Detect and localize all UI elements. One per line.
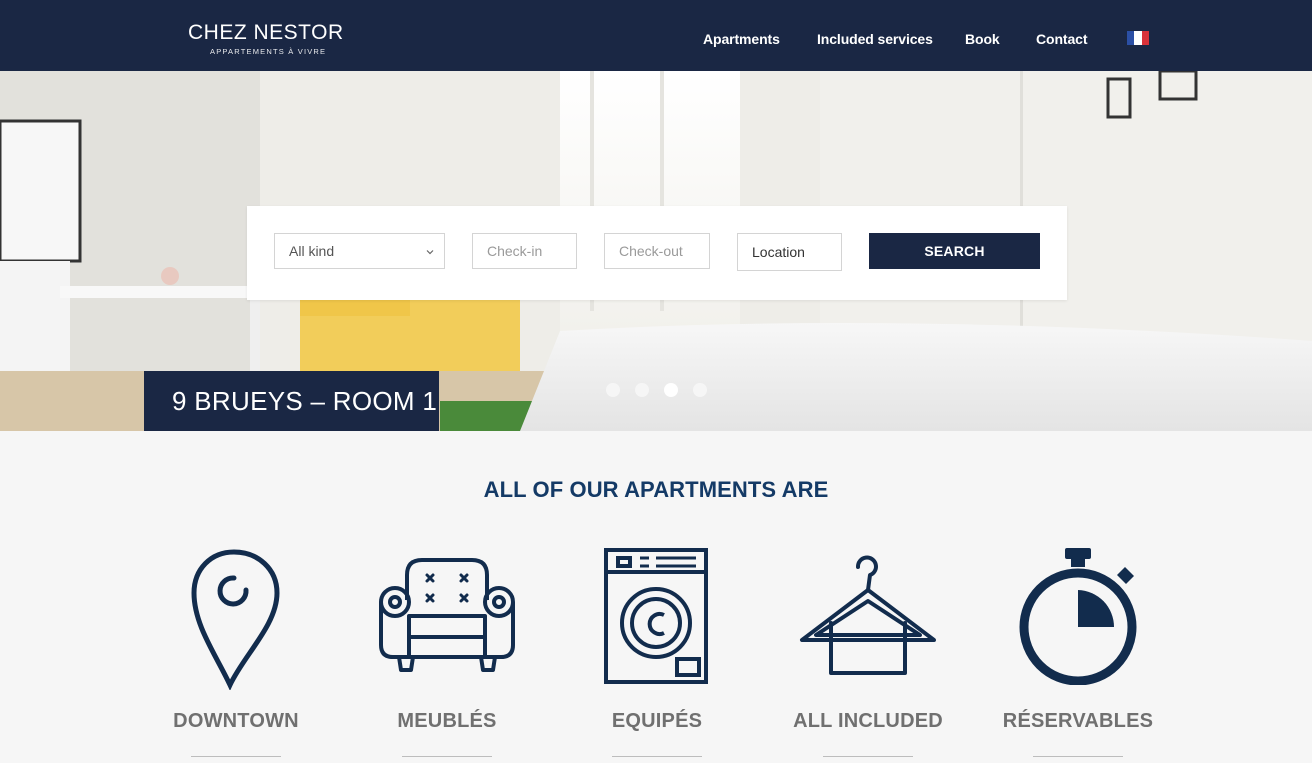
location-input[interactable]: Location <box>737 233 842 271</box>
washing-machine-icon <box>604 548 708 684</box>
nav-book[interactable]: Book <box>965 31 1000 47</box>
feature-meubles: MEUBLÉS <box>347 540 547 763</box>
map-pin-icon <box>191 549 280 690</box>
chez-nestor-logo[interactable]: CHEZ NESTOR APPARTEMENTS À VIVRE <box>188 10 348 58</box>
hanger-icon <box>800 555 936 675</box>
feature-downtown: DOWNTOWN <box>136 540 336 763</box>
feature-label: DOWNTOWN <box>173 710 299 732</box>
feature-reservables: RÉSERVABLES <box>978 540 1178 763</box>
slider-dot-1[interactable] <box>606 383 620 397</box>
kind-select[interactable]: All kind <box>274 233 445 269</box>
divider <box>1033 756 1123 757</box>
slider-dot-2[interactable] <box>635 383 649 397</box>
search-button[interactable]: SEARCH <box>869 233 1040 269</box>
chevron-down-icon <box>426 250 434 255</box>
nav-apartments[interactable]: Apartments <box>703 31 780 47</box>
checkin-input[interactable]: Check-in <box>472 233 577 269</box>
feature-all-included: ALL INCLUDED <box>768 540 968 763</box>
features-title: ALL OF OUR APARTMENTS ARE <box>483 477 829 502</box>
slide-caption[interactable]: 9 BRUEYS – ROOM 1 <box>144 371 439 431</box>
french-flag-icon[interactable] <box>1127 31 1149 45</box>
nav-contact[interactable]: Contact <box>1036 31 1088 47</box>
divider <box>402 756 492 757</box>
hero-slider: All kind Check-in Check-out Location SEA… <box>0 71 1312 431</box>
slider-dot-4[interactable] <box>693 383 707 397</box>
logo-wordmark: CHEZ NESTOR <box>188 21 344 44</box>
feature-label: EQUIPÉS <box>611 710 703 732</box>
slider-dot-3[interactable] <box>664 383 678 397</box>
armchair-icon <box>379 558 515 672</box>
feature-label: RÉSERVABLES <box>1002 710 1154 732</box>
top-navigation-bar: CHEZ NESTOR APPARTEMENTS À VIVRE Apartme… <box>0 0 1312 71</box>
checkout-input[interactable]: Check-out <box>604 233 710 269</box>
divider <box>612 756 702 757</box>
stopwatch-icon <box>1019 548 1137 685</box>
divider <box>191 756 281 757</box>
feature-label: ALL INCLUDED <box>793 710 943 732</box>
feature-equipes: EQUIPÉS <box>557 540 757 763</box>
feature-label: MEUBLÉS <box>397 710 497 732</box>
logo-tagline: APPARTEMENTS À VIVRE <box>210 47 327 56</box>
nav-included-services[interactable]: Included services <box>817 31 933 47</box>
divider <box>823 756 913 757</box>
kind-select-value: All kind <box>289 243 335 259</box>
search-form: All kind Check-in Check-out Location SEA… <box>247 206 1067 300</box>
